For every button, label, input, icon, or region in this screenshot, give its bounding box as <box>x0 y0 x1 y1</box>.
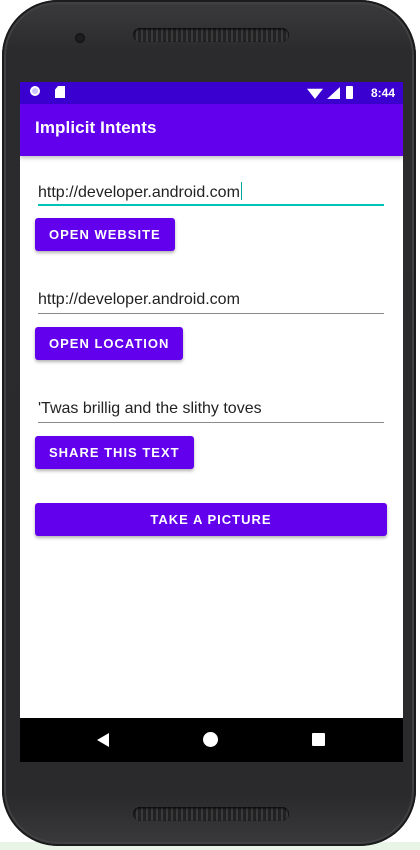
take-picture-button[interactable]: TAKE A PICTURE <box>35 503 387 536</box>
open-location-button[interactable]: OPEN LOCATION <box>35 327 184 360</box>
app-title: Implicit Intents <box>35 118 157 137</box>
notification-dot-icon <box>30 86 40 96</box>
location-field[interactable]: http://developer.android.com <box>38 291 240 309</box>
phone-frame: 8:44 Implicit Intents http://developer.a… <box>2 0 416 846</box>
status-time: 8:44 <box>370 86 395 100</box>
share-text-value: 'Twas brillig and the slithy toves <box>38 400 262 417</box>
wifi-icon <box>307 88 323 99</box>
text-cursor <box>240 182 242 200</box>
location-underline <box>38 313 384 314</box>
app-bar: Implicit Intents <box>20 104 403 156</box>
share-text-field[interactable]: 'Twas brillig and the slithy toves <box>38 400 262 418</box>
website-url-field[interactable]: http://developer.android.com <box>38 182 242 202</box>
bottom-speaker <box>133 807 289 821</box>
recents-icon[interactable] <box>312 733 325 746</box>
website-url-value: http://developer.android.com <box>38 184 240 201</box>
location-value: http://developer.android.com <box>38 291 240 308</box>
home-icon[interactable] <box>203 732 218 747</box>
signal-icon <box>327 87 340 99</box>
status-bar: 8:44 <box>20 82 403 104</box>
device-screen: 8:44 Implicit Intents http://developer.a… <box>20 82 403 762</box>
open-website-button[interactable]: OPEN WEBSITE <box>35 218 175 251</box>
back-icon[interactable] <box>97 733 109 747</box>
battery-icon <box>346 86 353 99</box>
sd-card-icon <box>55 86 65 98</box>
top-speaker <box>133 28 289 42</box>
website-url-underline <box>38 204 384 206</box>
front-camera <box>75 33 85 43</box>
navigation-bar <box>20 718 403 762</box>
share-text-underline <box>38 422 384 423</box>
share-text-button[interactable]: SHARE THIS TEXT <box>35 436 194 469</box>
